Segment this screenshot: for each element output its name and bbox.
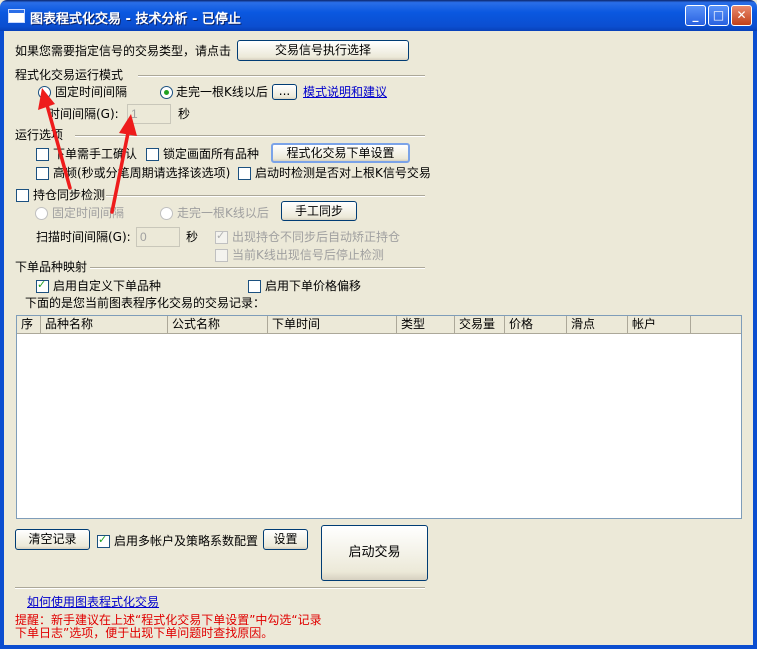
arrow-head-interval-input xyxy=(119,114,137,136)
arrow-to-fixed-interval xyxy=(45,103,72,190)
arrow-head-fixed-interval xyxy=(38,88,55,110)
annotation-arrows xyxy=(38,88,137,214)
arrow-to-interval-input xyxy=(110,131,130,214)
